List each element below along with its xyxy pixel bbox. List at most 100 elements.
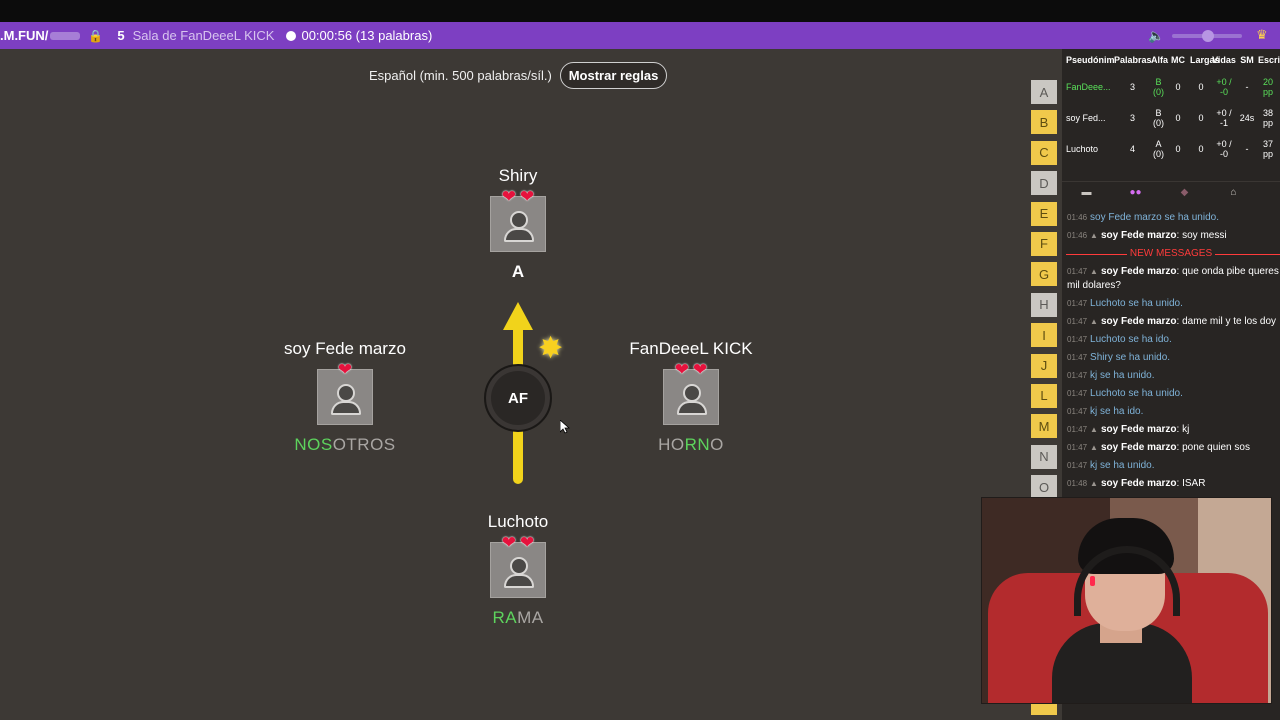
chat-timestamp: 01:48 [1067, 479, 1088, 488]
heart-icon: ❤ [520, 187, 535, 206]
chat-username[interactable]: soy Fede marzo [1101, 230, 1177, 241]
heart-icon: ❤ [337, 360, 353, 379]
user-icon: ▲ [1090, 443, 1098, 452]
cell-escri: 37 pp [1262, 138, 1273, 159]
bonus-letter: G [1031, 262, 1057, 287]
chat-timestamp: 01:47 [1067, 353, 1088, 362]
scoreboard-header: Pseudónimo Palabras Alfa MC Largas Vidas… [1062, 49, 1280, 71]
site-name[interactable]: .M.FUN/ [0, 28, 48, 43]
chat-message: 01:47 Luchoto se ha unido. [1062, 297, 1280, 311]
cell-sm: 24s [1239, 112, 1255, 123]
crown-icon[interactable]: ♛ [1256, 27, 1268, 43]
cell-mc: 0 [1175, 112, 1181, 123]
chat-message: 01:47 kj se ha unido. [1062, 369, 1280, 383]
chat-message: 01:46 soy Fede marzo se ha unido. [1062, 211, 1280, 225]
turn-arrow [513, 326, 523, 366]
chat-timestamp: 01:46 [1067, 213, 1088, 222]
cell-largas: 0 [1198, 112, 1204, 123]
bonus-letter: E [1031, 201, 1057, 226]
chat-message: 01:47 ▲ soy Fede marzo: pone quien sos [1067, 442, 1250, 453]
player-name: soy Fede marzo [284, 339, 406, 358]
new-messages-divider: NEW MESSAGES [1062, 247, 1280, 261]
player-last-word: NOSOTROS [294, 435, 396, 454]
col-escri[interactable]: Escri [1258, 55, 1280, 65]
room-name: Sala de FanDeeeL KICK [132, 28, 275, 43]
bonus-letters: ABCDEFGHIJLMNO [1031, 80, 1057, 505]
cell-mc: 0 [1175, 143, 1181, 154]
chat-message: 01:47 ▲ soy Fede marzo: que onda pibe quer… [1067, 266, 1279, 291]
window-top-strip [0, 0, 1280, 22]
bomb-syllable: AF [484, 364, 552, 432]
chat-message: 01:47 Shiry se ha unido. [1062, 351, 1280, 365]
player-name: Shiry [498, 166, 538, 185]
speaker-icon[interactable]: 🔈 [1148, 28, 1164, 44]
chat-system-text: kj se ha unido. [1090, 370, 1155, 381]
chat-system-text: Luchoto se ha ido. [1090, 334, 1172, 345]
bonus-letter: D [1031, 171, 1057, 196]
chat-username[interactable]: soy Fede marzo [1101, 478, 1177, 489]
language-label: Español (min. 500 palabras/síl.) [369, 68, 552, 83]
webcam-overlay [981, 497, 1272, 704]
volume-knob[interactable] [1202, 30, 1214, 42]
cell-alfa: B (0) [1153, 107, 1164, 128]
player-lives: ❤ ❤ [478, 188, 558, 206]
cell-mc: 0 [1175, 81, 1181, 92]
chat-system-text: Luchoto se ha unido. [1090, 298, 1183, 309]
player-current-input: A [511, 262, 525, 281]
home-tab-icon[interactable]: ⌂ [1209, 187, 1258, 198]
chat-tab-icon[interactable]: ▬ [1062, 187, 1111, 198]
player-lives: ❤ [270, 361, 420, 379]
chat-system-text: soy Fede marzo se ha unido. [1090, 212, 1219, 223]
players-tab-icon[interactable]: ●● [1111, 187, 1160, 198]
volume-slider[interactable] [1172, 30, 1242, 42]
chat-text: pone quien sos [1182, 442, 1250, 453]
chat-system-text: Luchoto se ha unido. [1090, 388, 1183, 399]
chat-log: 01:46 soy Fede marzo se ha unido. 01:46 ▲ so… [1062, 211, 1280, 495]
bonus-letter: A [1031, 80, 1057, 104]
chat-message: 01:47 ▲ soy Fede marzo: dame mil y te los … [1067, 316, 1277, 327]
chat-timestamp: 01:47 [1067, 461, 1088, 470]
chat-message: 01:47 kj se ha unido. [1062, 459, 1280, 473]
bonus-letter: N [1031, 444, 1057, 469]
bonus-letter: L [1031, 383, 1057, 408]
round-timer: 00:00:56 (13 palabras) [301, 28, 433, 43]
chat-username[interactable]: soy Fede marzo [1101, 442, 1177, 453]
heart-icon: ❤ [501, 187, 516, 206]
chat-username[interactable]: soy Fede marzo [1101, 316, 1177, 327]
col-vidas[interactable]: Vidas [1212, 55, 1236, 65]
col-sm[interactable]: SM [1236, 55, 1258, 65]
col-largas[interactable]: Largas [1190, 55, 1220, 65]
chat-system-text: Shiry se ha unido. [1090, 352, 1171, 363]
chat-message: 01:47 Luchoto se ha ido. [1062, 333, 1280, 347]
chat-message: 01:47 Luchoto se ha unido. [1062, 387, 1280, 401]
player-bottom: Luchoto ❤ ❤ RAMA [468, 512, 568, 628]
cell-escri: 20 pp [1262, 76, 1273, 97]
chat-message: 01:47 kj se ha ido. [1062, 405, 1280, 419]
cell-palabras: 4 [1129, 143, 1135, 154]
chat-message: 01:47 ▲ soy Fede marzo: kj [1067, 424, 1190, 435]
col-alfa[interactable]: Alfa [1151, 55, 1168, 65]
col-mc[interactable]: MC [1166, 55, 1190, 65]
cell-alfa: B (0) [1153, 76, 1164, 97]
user-icon: ▲ [1090, 231, 1098, 240]
bonus-letter: M [1031, 414, 1057, 439]
chat-timestamp: 01:47 [1067, 335, 1088, 344]
show-rules-button[interactable]: Mostrar reglas [560, 62, 667, 89]
chat-username[interactable]: soy Fede marzo [1101, 266, 1177, 277]
player-right: FanDeeeL KICK ❤ ❤ HORNO [616, 339, 766, 455]
settings-tab-icon[interactable]: ◆ [1160, 187, 1209, 198]
cell-alfa: A (0) [1153, 138, 1164, 159]
col-pseudonimo[interactable]: Pseudónimo [1062, 55, 1114, 65]
col-palabras[interactable]: Palabras [1114, 55, 1152, 65]
table-row: Luchoto 4 A (0) 0 0 +0 / -0 - 37 pp [1062, 133, 1280, 164]
heart-icon: ❤ [674, 360, 689, 379]
bonus-letter-partial [1031, 703, 1057, 715]
bonus-letter: C [1031, 140, 1057, 165]
room-topbar: .M.FUN/ 🔒 5 Sala de FanDeeeL KICK 00:00:… [0, 22, 1280, 49]
new-messages-label: NEW MESSAGES [1126, 248, 1216, 259]
player-lives: ❤ ❤ [468, 534, 568, 552]
chat-username[interactable]: soy Fede marzo [1101, 424, 1177, 435]
chat-timestamp: 01:46 [1067, 231, 1088, 240]
chat-text: soy messi [1182, 230, 1227, 241]
cell-largas: 0 [1198, 81, 1204, 92]
